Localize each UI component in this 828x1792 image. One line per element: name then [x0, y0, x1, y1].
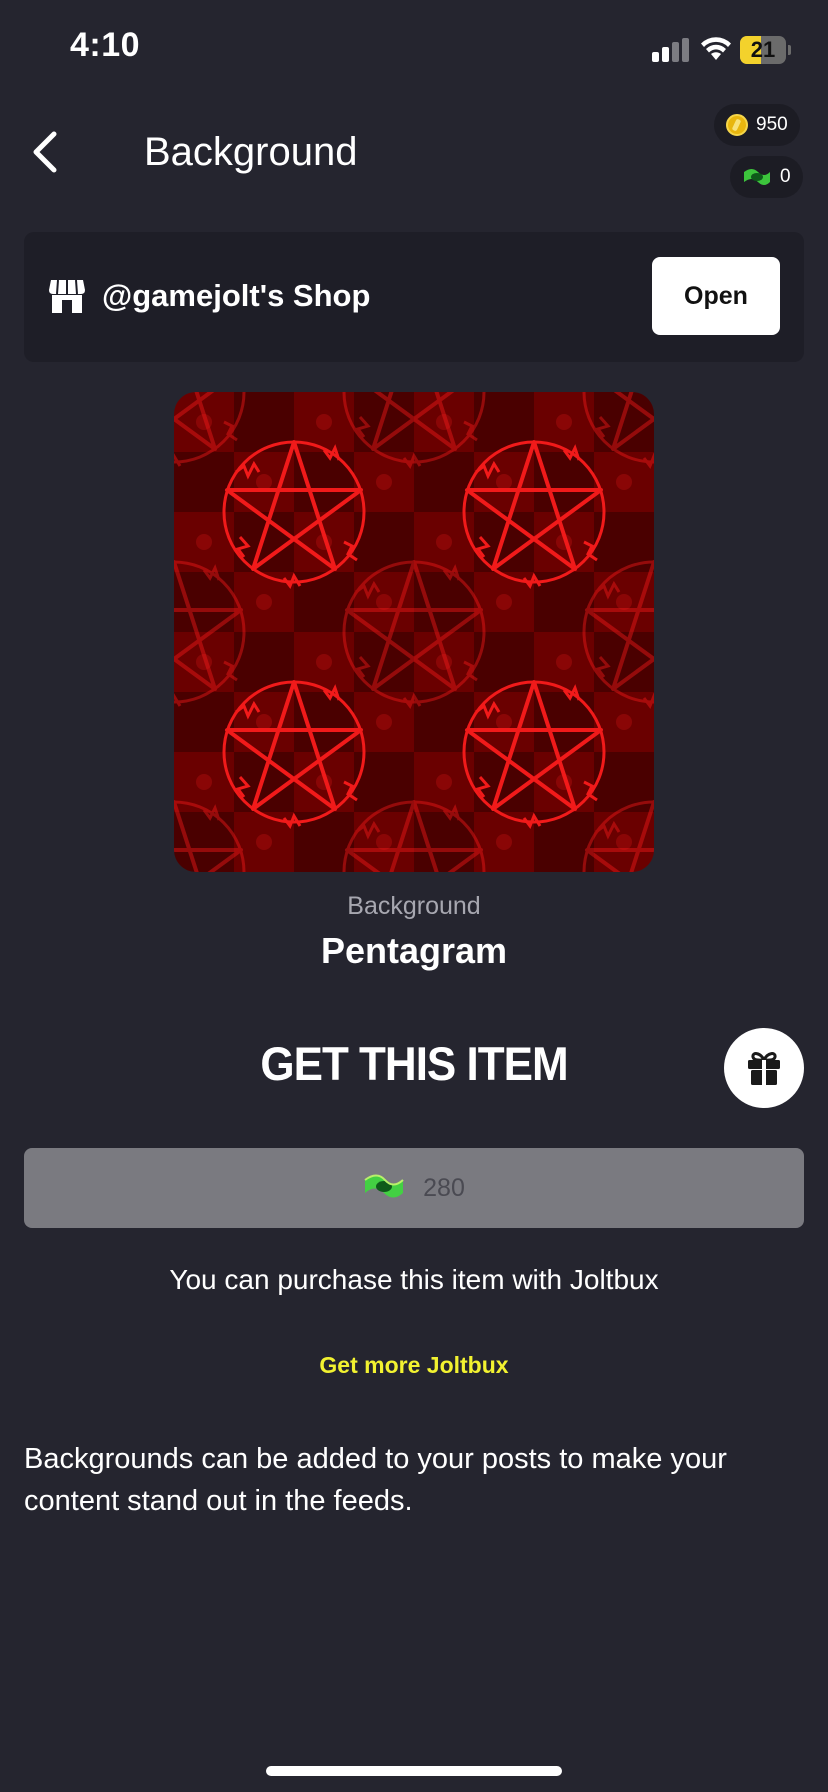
get-more-joltbux-link[interactable]: Get more Joltbux	[0, 1352, 828, 1379]
cellular-signal-icon	[652, 38, 690, 62]
coin-icon	[726, 114, 748, 136]
chevron-left-icon	[33, 131, 57, 173]
coin-balance[interactable]: 950	[714, 104, 800, 146]
status-time: 4:10	[70, 26, 141, 64]
home-indicator[interactable]	[266, 1766, 562, 1776]
item-type-label: Background	[347, 892, 481, 920]
item-preview-image	[174, 392, 654, 872]
item-name: Pentagram	[320, 930, 508, 971]
joltbux-icon	[742, 166, 772, 188]
item-price: 280	[423, 1173, 465, 1202]
joltbux-balance[interactable]: 0	[730, 156, 803, 198]
get-item-heading: GET THIS ITEM	[260, 1038, 568, 1091]
gift-button[interactable]	[724, 1028, 804, 1108]
purchase-note: You can purchase this item with Joltbux	[169, 1264, 659, 1295]
joltbux-icon	[363, 1171, 405, 1206]
battery-icon: 21	[740, 36, 791, 64]
buy-with-joltbux-button[interactable]: 280	[24, 1148, 804, 1228]
joltbux-balance-value: 0	[780, 166, 791, 187]
battery-level: 21	[750, 37, 776, 62]
shop-name[interactable]: @gamejolt's Shop	[102, 278, 370, 314]
shop-icon	[48, 278, 86, 314]
gift-icon	[748, 1052, 780, 1085]
coin-balance-value: 950	[756, 114, 788, 135]
wifi-icon	[699, 34, 733, 62]
back-button[interactable]	[24, 124, 68, 180]
item-description: Backgrounds can be added to your posts t…	[24, 1443, 727, 1517]
page-title: Background	[144, 130, 358, 174]
open-shop-button[interactable]: Open	[652, 257, 780, 335]
